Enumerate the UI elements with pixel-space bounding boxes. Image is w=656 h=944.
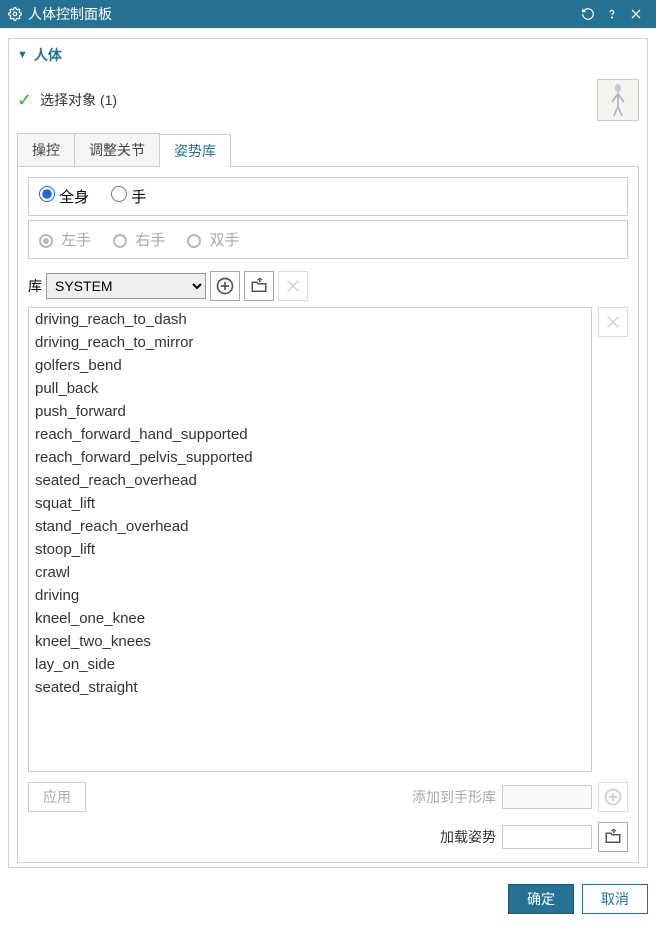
tab-pose-library[interactable]: 姿势库: [159, 134, 231, 167]
add-to-hand-lib-label: 添加到手形库: [412, 787, 496, 807]
pose-item[interactable]: stoop_lift: [29, 538, 591, 561]
panel-body: ✓ 选择对象 (1) 操控 调整关节 姿势库 全身 手: [9, 71, 647, 867]
load-pose-label: 加载姿势: [440, 827, 496, 847]
remove-pose-button: [598, 307, 628, 337]
pose-item[interactable]: crawl: [29, 561, 591, 584]
title-bar: 人体控制面板: [0, 0, 656, 28]
apply-button: 应用: [28, 782, 86, 812]
tab-strip: 操控 调整关节 姿势库: [17, 133, 639, 167]
pose-item[interactable]: golfers_bend: [29, 354, 591, 377]
pose-item[interactable]: driving_reach_to_mirror: [29, 331, 591, 354]
pose-item[interactable]: lay_on_side: [29, 653, 591, 676]
library-label: 库: [28, 276, 42, 296]
pose-item[interactable]: stand_reach_overhead: [29, 515, 591, 538]
pose-item[interactable]: squat_lift: [29, 492, 591, 515]
preview-thumbnail[interactable]: [597, 79, 639, 121]
pose-item[interactable]: kneel_one_knee: [29, 607, 591, 630]
selection-row: ✓ 选择对象 (1): [17, 79, 639, 121]
load-pose-browse-button[interactable]: [598, 822, 628, 852]
pose-item[interactable]: push_forward: [29, 400, 591, 423]
pose-item[interactable]: seated_reach_overhead: [29, 469, 591, 492]
tabs: 操控 调整关节 姿势库 全身 手 左手 右手 双手 库: [17, 133, 639, 863]
pose-item[interactable]: kneel_two_knees: [29, 630, 591, 653]
apply-row: 应用 添加到手形库: [28, 782, 628, 812]
ok-button[interactable]: 确定: [508, 884, 574, 914]
content-area: ▼ 人体 ✓ 选择对象 (1) 操控 调整关节 姿势库 全身: [0, 28, 656, 876]
scope-group-1: 全身 手: [28, 177, 628, 216]
dialog-footer: 确定 取消: [0, 876, 656, 924]
reset-icon[interactable]: [576, 2, 600, 26]
check-icon: ✓: [17, 90, 32, 111]
pose-item[interactable]: driving: [29, 584, 591, 607]
cancel-button[interactable]: 取消: [582, 884, 648, 914]
delete-library-button: [278, 271, 308, 301]
open-folder-button[interactable]: [244, 271, 274, 301]
option-right-hand: 右手: [113, 229, 165, 250]
load-row: 加载姿势: [28, 822, 628, 852]
selection-label: 选择对象 (1): [40, 90, 597, 110]
panel-title: 人体: [34, 45, 62, 65]
load-pose-input[interactable]: [502, 825, 592, 849]
tab-body: 全身 手 左手 右手 双手 库 SYSTEM: [17, 167, 639, 863]
pose-item[interactable]: reach_forward_pelvis_supported: [29, 446, 591, 469]
pose-item[interactable]: driving_reach_to_dash: [29, 308, 591, 331]
add-library-button[interactable]: [210, 271, 240, 301]
pose-list[interactable]: driving_reach_to_dashdriving_reach_to_mi…: [28, 307, 592, 772]
gear-icon: [8, 7, 22, 21]
add-to-hand-lib-input: [502, 785, 592, 809]
pose-item[interactable]: pull_back: [29, 377, 591, 400]
library-row: 库 SYSTEM: [28, 271, 628, 301]
library-select[interactable]: SYSTEM: [46, 273, 206, 299]
add-to-hand-lib-button: [598, 782, 628, 812]
scope-group-2: 左手 右手 双手: [28, 220, 628, 259]
option-full-body[interactable]: 全身: [39, 186, 89, 207]
tab-manipulate[interactable]: 操控: [17, 133, 75, 166]
help-icon[interactable]: [600, 2, 624, 26]
pose-item[interactable]: seated_straight: [29, 676, 591, 699]
option-left-hand: 左手: [39, 229, 91, 250]
pose-item[interactable]: reach_forward_hand_supported: [29, 423, 591, 446]
pose-list-row: driving_reach_to_dashdriving_reach_to_mi…: [28, 307, 628, 772]
tab-adjust-joints[interactable]: 调整关节: [74, 133, 160, 166]
panel-human: ▼ 人体 ✓ 选择对象 (1) 操控 调整关节 姿势库 全身: [8, 38, 648, 868]
option-both-hands: 双手: [187, 229, 239, 250]
panel-header[interactable]: ▼ 人体: [9, 39, 647, 71]
option-hand[interactable]: 手: [111, 186, 146, 207]
close-icon[interactable]: [624, 2, 648, 26]
collapse-triangle-icon: ▼: [17, 49, 28, 61]
window-title: 人体控制面板: [28, 4, 576, 24]
